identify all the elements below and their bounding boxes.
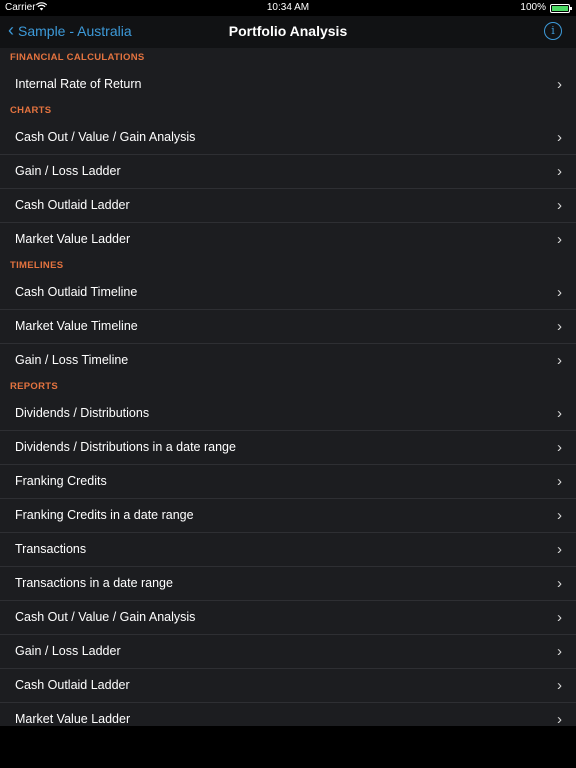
- list-item[interactable]: Dividends / Distributions in a date rang…: [0, 431, 576, 465]
- list-item-label: Cash Out / Value / Gain Analysis: [15, 610, 196, 624]
- list-item-label: Transactions: [15, 542, 87, 556]
- list-item-label: Cash Outlaid Ladder: [15, 198, 130, 212]
- list-item[interactable]: Internal Rate of Return ›: [0, 68, 576, 101]
- list-item[interactable]: Cash Out / Value / Gain Analysis ›: [0, 601, 576, 635]
- list-item[interactable]: Cash Outlaid Timeline ›: [0, 276, 576, 310]
- status-time: 10:34 AM: [266, 2, 310, 13]
- chevron-right-icon: ›: [557, 284, 562, 301]
- list-item[interactable]: Market Value Ladder ›: [0, 223, 576, 256]
- list-item-label: Gain / Loss Ladder: [15, 164, 121, 178]
- list-item-label: Franking Credits in a date range: [15, 508, 194, 522]
- chevron-right-icon: ›: [557, 643, 562, 660]
- chevron-right-icon: ›: [557, 231, 562, 248]
- section-header: TIMELINES: [10, 260, 64, 271]
- list-item-label: Internal Rate of Return: [15, 77, 142, 91]
- chevron-right-icon: ›: [557, 541, 562, 558]
- chevron-right-icon: ›: [557, 609, 562, 626]
- list-item[interactable]: Market Value Ladder ›: [0, 703, 576, 736]
- chevron-right-icon: ›: [557, 76, 562, 93]
- chevron-right-icon: ›: [557, 197, 562, 214]
- battery-percent: 100%: [520, 2, 546, 13]
- list-item[interactable]: Cash Outlaid Ladder ›: [0, 189, 576, 223]
- list-item[interactable]: Gain / Loss Timeline ›: [0, 344, 576, 377]
- list-item-label: Market Value Timeline: [15, 319, 138, 333]
- list-item[interactable]: Transactions ›: [0, 533, 576, 567]
- list-item-label: Dividends / Distributions: [15, 406, 150, 420]
- analysis-list: FINANCIAL CALCULATIONS Internal Rate of R…: [0, 48, 576, 728]
- list-item[interactable]: Franking Credits ›: [0, 465, 576, 499]
- list-item-label: Cash Outlaid Ladder: [15, 678, 130, 692]
- list-item[interactable]: Cash Outlaid Ladder ›: [0, 669, 576, 703]
- list-item[interactable]: Dividends / Distributions ›: [0, 397, 576, 431]
- list-item-label: Gain / Loss Ladder: [15, 644, 121, 658]
- navigation-bar: ‹ Sample - Australia Portfolio Analysis …: [0, 16, 576, 48]
- list-item[interactable]: Market Value Timeline ›: [0, 310, 576, 344]
- chevron-right-icon: ›: [557, 163, 562, 180]
- chevron-right-icon: ›: [557, 439, 562, 456]
- chevron-right-icon: ›: [557, 575, 562, 592]
- list-item[interactable]: Transactions in a date range ›: [0, 567, 576, 601]
- info-icon[interactable]: i: [544, 22, 562, 40]
- list-item[interactable]: Gain / Loss Ladder ›: [0, 635, 576, 669]
- list-item-label: Market Value Ladder: [15, 712, 131, 726]
- list-item-label: Dividends / Distributions in a date rang…: [15, 440, 236, 454]
- chevron-right-icon: ›: [557, 405, 562, 422]
- battery-icon: [550, 4, 572, 13]
- list-item-label: Market Value Ladder: [15, 232, 131, 246]
- section-header: CHARTS: [10, 105, 52, 116]
- chevron-right-icon: ›: [557, 129, 562, 146]
- list-item[interactable]: Franking Credits in a date range ›: [0, 499, 576, 533]
- chevron-right-icon: ›: [557, 507, 562, 524]
- list-item-label: Cash Out / Value / Gain Analysis: [15, 130, 196, 144]
- page-title: Portfolio Analysis: [228, 23, 348, 39]
- chevron-right-icon: ›: [557, 352, 562, 369]
- list-item-label: Gain / Loss Timeline: [15, 353, 129, 367]
- chevron-right-icon: ›: [557, 677, 562, 694]
- section-header: FINANCIAL CALCULATIONS: [10, 52, 145, 63]
- list-item-label: Transactions in a date range: [15, 576, 173, 590]
- chevron-right-icon: ›: [557, 473, 562, 490]
- list-item-label: Cash Outlaid Timeline: [15, 285, 138, 299]
- chevron-right-icon: ›: [557, 318, 562, 335]
- status-bar: Carrier 10:34 AM 100%: [0, 0, 576, 16]
- list-item-label: Franking Credits: [15, 474, 107, 488]
- chevron-right-icon: ›: [557, 711, 562, 728]
- list-item[interactable]: Gain / Loss Ladder ›: [0, 155, 576, 189]
- section-header: REPORTS: [10, 381, 59, 392]
- list-item[interactable]: Cash Out / Value / Gain Analysis ›: [0, 121, 576, 155]
